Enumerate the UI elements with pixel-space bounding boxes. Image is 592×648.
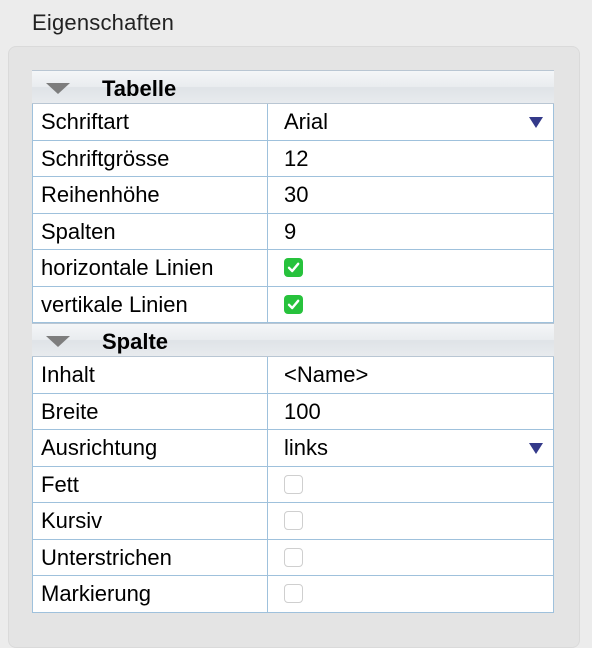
property-value: Arial: [284, 109, 329, 134]
property-value: <Name>: [284, 362, 369, 387]
property-key: Kursiv: [32, 503, 268, 539]
property-key: Spalten: [32, 213, 268, 249]
underline-cell: [268, 539, 554, 575]
property-key: vertikale Linien: [32, 286, 268, 322]
width-field[interactable]: 100: [268, 393, 554, 429]
property-row-markierung[interactable]: Markierung: [32, 576, 554, 613]
bold-cell: [268, 466, 554, 502]
property-value: 30: [284, 182, 309, 207]
property-key: Fett: [32, 466, 268, 502]
property-row-spalten[interactable]: Spalten 9: [32, 213, 554, 250]
property-row-vertikale-linien[interactable]: vertikale Linien: [32, 286, 554, 323]
highlight-cell: [268, 576, 554, 612]
property-row-unterstrichen[interactable]: Unterstrichen: [32, 539, 554, 576]
font-size-field[interactable]: 12: [268, 140, 554, 176]
property-key: Inhalt: [32, 357, 268, 393]
property-key: Schriftart: [32, 104, 268, 140]
checkmark-icon: [287, 299, 300, 309]
highlight-checkbox[interactable]: [284, 584, 303, 603]
property-key: Breite: [32, 393, 268, 429]
underline-checkbox[interactable]: [284, 547, 303, 567]
alignment-dropdown[interactable]: links: [268, 430, 554, 466]
property-key: Reihenhöhe: [32, 177, 268, 213]
row-height-field[interactable]: 30: [268, 177, 554, 213]
property-key: Schriftgrösse: [32, 140, 268, 176]
property-row-kursiv[interactable]: Kursiv: [32, 503, 554, 540]
italic-checkbox[interactable]: [284, 511, 303, 530]
property-value: 100: [284, 398, 321, 424]
italic-cell: [268, 503, 554, 539]
property-key: horizontale Linien: [32, 250, 268, 286]
dropdown-arrow-icon[interactable]: [529, 443, 543, 454]
dropdown-arrow-icon[interactable]: [529, 117, 543, 128]
content-field[interactable]: <Name>: [268, 357, 554, 393]
section-label: Spalte: [102, 329, 169, 354]
section-label: Tabelle: [102, 76, 177, 101]
property-row-schriftart[interactable]: Schriftart Arial: [32, 104, 554, 141]
bold-checkbox[interactable]: [284, 474, 303, 494]
property-row-inhalt[interactable]: Inhalt <Name>: [32, 357, 554, 394]
section-header-spalte[interactable]: Spalte: [32, 323, 554, 357]
columns-field[interactable]: 9: [268, 213, 554, 249]
property-row-breite[interactable]: Breite 100: [32, 393, 554, 430]
vertical-lines-checkbox[interactable]: [284, 294, 303, 314]
property-value: links: [284, 435, 329, 460]
font-dropdown[interactable]: Arial: [268, 104, 554, 140]
property-value: 9: [284, 218, 297, 244]
property-row-fett[interactable]: Fett: [32, 466, 554, 503]
property-key: Unterstrichen: [32, 539, 268, 575]
panel-title: Eigenschaften: [32, 10, 175, 35]
property-key: Ausrichtung: [32, 430, 268, 466]
property-key: Markierung: [32, 576, 268, 612]
checkmark-icon: [287, 262, 300, 273]
property-row-reihenhoehe[interactable]: Reihenhöhe 30: [32, 177, 554, 214]
vertical-lines-cell: [268, 286, 554, 322]
section-header-tabelle[interactable]: Tabelle: [32, 70, 554, 104]
disclosure-triangle-down-icon[interactable]: [46, 83, 70, 94]
horizontal-lines-checkbox[interactable]: [284, 258, 303, 277]
property-grid: Tabelle Schriftart Arial Schriftgrösse 1…: [32, 70, 554, 613]
property-row-schriftgroesse[interactable]: Schriftgrösse 12: [32, 140, 554, 177]
property-row-horizontale-linien[interactable]: horizontale Linien: [32, 250, 554, 287]
property-value: 12: [284, 145, 309, 171]
disclosure-triangle-down-icon[interactable]: [46, 336, 70, 347]
property-row-ausrichtung[interactable]: Ausrichtung links: [32, 430, 554, 467]
horizontal-lines-cell: [268, 250, 554, 286]
